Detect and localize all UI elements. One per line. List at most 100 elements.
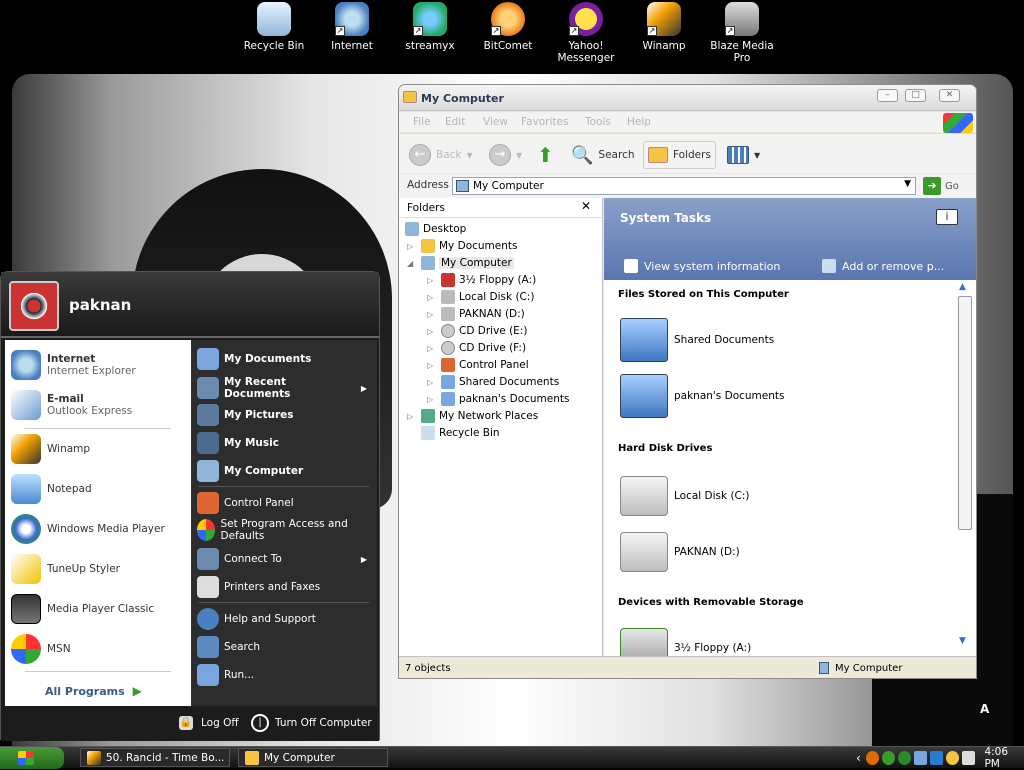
start-item-my-recent-documents[interactable]: My Recent Documents ▶ xyxy=(197,376,367,400)
maximize-button[interactable]: □ xyxy=(905,89,926,102)
desktop-icon-internet[interactable]: ↗ Internet xyxy=(316,2,388,52)
expand-icon[interactable]: ▷ xyxy=(427,276,437,285)
forward-button[interactable]: → ▼ xyxy=(489,141,522,169)
info-icon[interactable]: i xyxy=(936,209,958,225)
collapse-icon[interactable]: ◢ xyxy=(407,259,417,268)
vertical-scrollbar[interactable]: ▲ ▼ xyxy=(958,282,972,656)
close-button[interactable]: ✕ xyxy=(939,89,960,102)
start-item-tuneup-styler[interactable]: TuneUp Styler xyxy=(11,554,120,584)
menu-edit[interactable]: Edit xyxy=(445,116,465,128)
start-item-windows-media-player[interactable]: Windows Media Player xyxy=(11,514,165,544)
expand-icon[interactable]: ▷ xyxy=(407,412,417,421)
start-item-search[interactable]: Search xyxy=(197,636,260,658)
address-dropdown-icon[interactable]: ▼ xyxy=(904,179,911,189)
expand-icon[interactable]: ▷ xyxy=(427,293,437,302)
taskbar-button-winamp[interactable]: 50. Rancid - Time Bo... xyxy=(80,748,230,767)
expand-icon[interactable]: ▷ xyxy=(427,395,437,404)
item-paknan-d[interactable]: PAKNAN (D:) xyxy=(620,532,740,572)
tree-item-floppy[interactable]: ▷ 3½ Floppy (A:) xyxy=(427,273,536,287)
tray-app-icon[interactable] xyxy=(898,751,912,765)
tray-app-icon[interactable] xyxy=(930,751,944,765)
tree-item-cd-drive-e[interactable]: ▷ CD Drive (E:) xyxy=(427,324,527,338)
volume-tray-icon[interactable] xyxy=(962,751,976,765)
tree-item-paknans-documents[interactable]: ▷ paknan's Documents xyxy=(427,392,570,406)
expand-icon[interactable]: ▷ xyxy=(427,361,437,370)
tree-item-shared-documents[interactable]: ▷ Shared Documents xyxy=(427,375,559,389)
expand-icon[interactable]: ▷ xyxy=(427,310,437,319)
start-item-my-music[interactable]: My Music xyxy=(197,432,279,454)
start-button[interactable] xyxy=(0,747,64,769)
menu-tools[interactable]: Tools xyxy=(585,116,611,128)
log-off-button[interactable]: 🔒 Log Off xyxy=(179,716,239,730)
expand-icon[interactable]: ▷ xyxy=(427,378,437,387)
close-folders-pane-icon[interactable]: ✕ xyxy=(581,199,591,213)
start-item-internet[interactable]: Internet Internet Explorer xyxy=(11,350,136,380)
desktop-icon-recycle-bin[interactable]: Recycle Bin xyxy=(238,2,310,52)
desktop-icon-yahoo-messenger[interactable]: ↗ Yahoo! Messenger xyxy=(550,2,622,64)
clock[interactable]: 4:06 PM xyxy=(984,746,1024,770)
start-item-my-pictures[interactable]: My Pictures xyxy=(197,404,294,426)
expand-icon[interactable]: ▷ xyxy=(427,327,437,336)
item-floppy[interactable]: 3½ Floppy (A:) xyxy=(620,628,751,656)
tree-item-recycle-bin[interactable]: Recycle Bin xyxy=(421,426,500,440)
network-tray-icon[interactable] xyxy=(914,751,928,765)
start-item-printers-and-faxes[interactable]: Printers and Faxes xyxy=(197,576,320,598)
window-titlebar[interactable]: My Computer – □ ✕ xyxy=(399,85,976,111)
start-item-notepad[interactable]: Notepad xyxy=(11,474,92,504)
start-item-control-panel[interactable]: Control Panel xyxy=(197,492,294,514)
back-button[interactable]: ← Back ▼ xyxy=(409,141,473,169)
tree-item-my-computer[interactable]: ◢ My Computer xyxy=(407,256,514,270)
all-programs-button[interactable]: All Programs ▶ xyxy=(45,684,142,698)
start-item-run[interactable]: Run... xyxy=(197,664,254,686)
task-add-remove-programs[interactable]: Add or remove p... xyxy=(822,259,944,273)
desktop-icon-streamyx[interactable]: ↗ streamyx xyxy=(394,2,466,52)
start-item-set-program-access[interactable]: Set Program Access and Defaults xyxy=(197,518,367,542)
tree-item-desktop[interactable]: Desktop xyxy=(405,222,466,236)
search-button[interactable]: 🔍 Search xyxy=(571,141,635,169)
expand-icon[interactable]: ▷ xyxy=(427,344,437,353)
bitcomet-tray-icon[interactable] xyxy=(865,751,879,765)
item-paknans-documents[interactable]: paknan's Documents xyxy=(620,374,785,418)
minimize-button[interactable]: – xyxy=(877,89,898,102)
expand-icon[interactable]: ▷ xyxy=(407,242,417,251)
avatar[interactable] xyxy=(9,281,59,331)
start-item-help-and-support[interactable]: Help and Support xyxy=(197,608,316,630)
taskbar-button-my-computer[interactable]: My Computer xyxy=(238,748,388,767)
start-item-my-computer[interactable]: My Computer xyxy=(197,460,303,482)
start-item-connect-to[interactable]: Connect To ▶ xyxy=(197,548,367,570)
start-item-email[interactable]: E-mail Outlook Express xyxy=(11,390,132,420)
my-computer-window[interactable]: My Computer – □ ✕ File Edit View Favorit… xyxy=(398,84,977,679)
tree-item-paknan-d[interactable]: ▷ PAKNAN (D:) xyxy=(427,307,525,321)
desktop-icon-winamp[interactable]: ↗ Winamp xyxy=(628,2,700,52)
item-local-disk-c[interactable]: Local Disk (C:) xyxy=(620,476,750,516)
views-button[interactable]: ▼ xyxy=(727,141,760,169)
address-input[interactable]: My Computer ▼ xyxy=(452,177,916,195)
tree-item-control-panel[interactable]: ▷ Control Panel xyxy=(427,358,529,372)
tree-item-local-disk-c[interactable]: ▷ Local Disk (C:) xyxy=(427,290,535,304)
start-item-my-documents[interactable]: My Documents xyxy=(197,348,311,370)
menu-file[interactable]: File xyxy=(413,116,431,128)
menu-view[interactable]: View xyxy=(483,116,508,128)
tray-expand-icon[interactable]: ‹ xyxy=(856,751,861,765)
tree-item-my-documents[interactable]: ▷ My Documents xyxy=(407,239,517,253)
tray-app-icon[interactable] xyxy=(881,751,895,765)
yahoo-messenger-tray-icon[interactable] xyxy=(946,751,960,765)
tree-item-my-network-places[interactable]: ▷ My Network Places xyxy=(407,409,538,423)
folders-button[interactable]: Folders xyxy=(643,141,716,169)
start-item-media-player-classic[interactable]: Media Player Classic xyxy=(11,594,154,624)
desktop-icon-blaze-media-pro[interactable]: ↗ Blaze Media Pro xyxy=(706,2,778,64)
start-item-winamp[interactable]: Winamp xyxy=(11,434,90,464)
scroll-up-arrow-icon[interactable]: ▲ xyxy=(959,282,966,292)
menu-help[interactable]: Help xyxy=(627,116,651,128)
menu-favorites[interactable]: Favorites xyxy=(521,116,568,128)
up-folder-button[interactable]: ⬆ xyxy=(537,141,554,169)
start-item-msn[interactable]: MSN xyxy=(11,634,71,664)
desktop-icon-bitcomet[interactable]: ↗ BitComet xyxy=(472,2,544,52)
scrollbar-thumb[interactable] xyxy=(958,296,972,530)
turn-off-button[interactable]: | Turn Off Computer xyxy=(251,714,372,732)
task-view-system-information[interactable]: View system information xyxy=(624,259,780,273)
item-shared-documents[interactable]: Shared Documents xyxy=(620,318,774,362)
scroll-down-arrow-icon[interactable]: ▼ xyxy=(959,636,966,646)
go-button[interactable]: ➔ Go xyxy=(923,177,959,195)
tree-item-cd-drive-f[interactable]: ▷ CD Drive (F:) xyxy=(427,341,526,355)
